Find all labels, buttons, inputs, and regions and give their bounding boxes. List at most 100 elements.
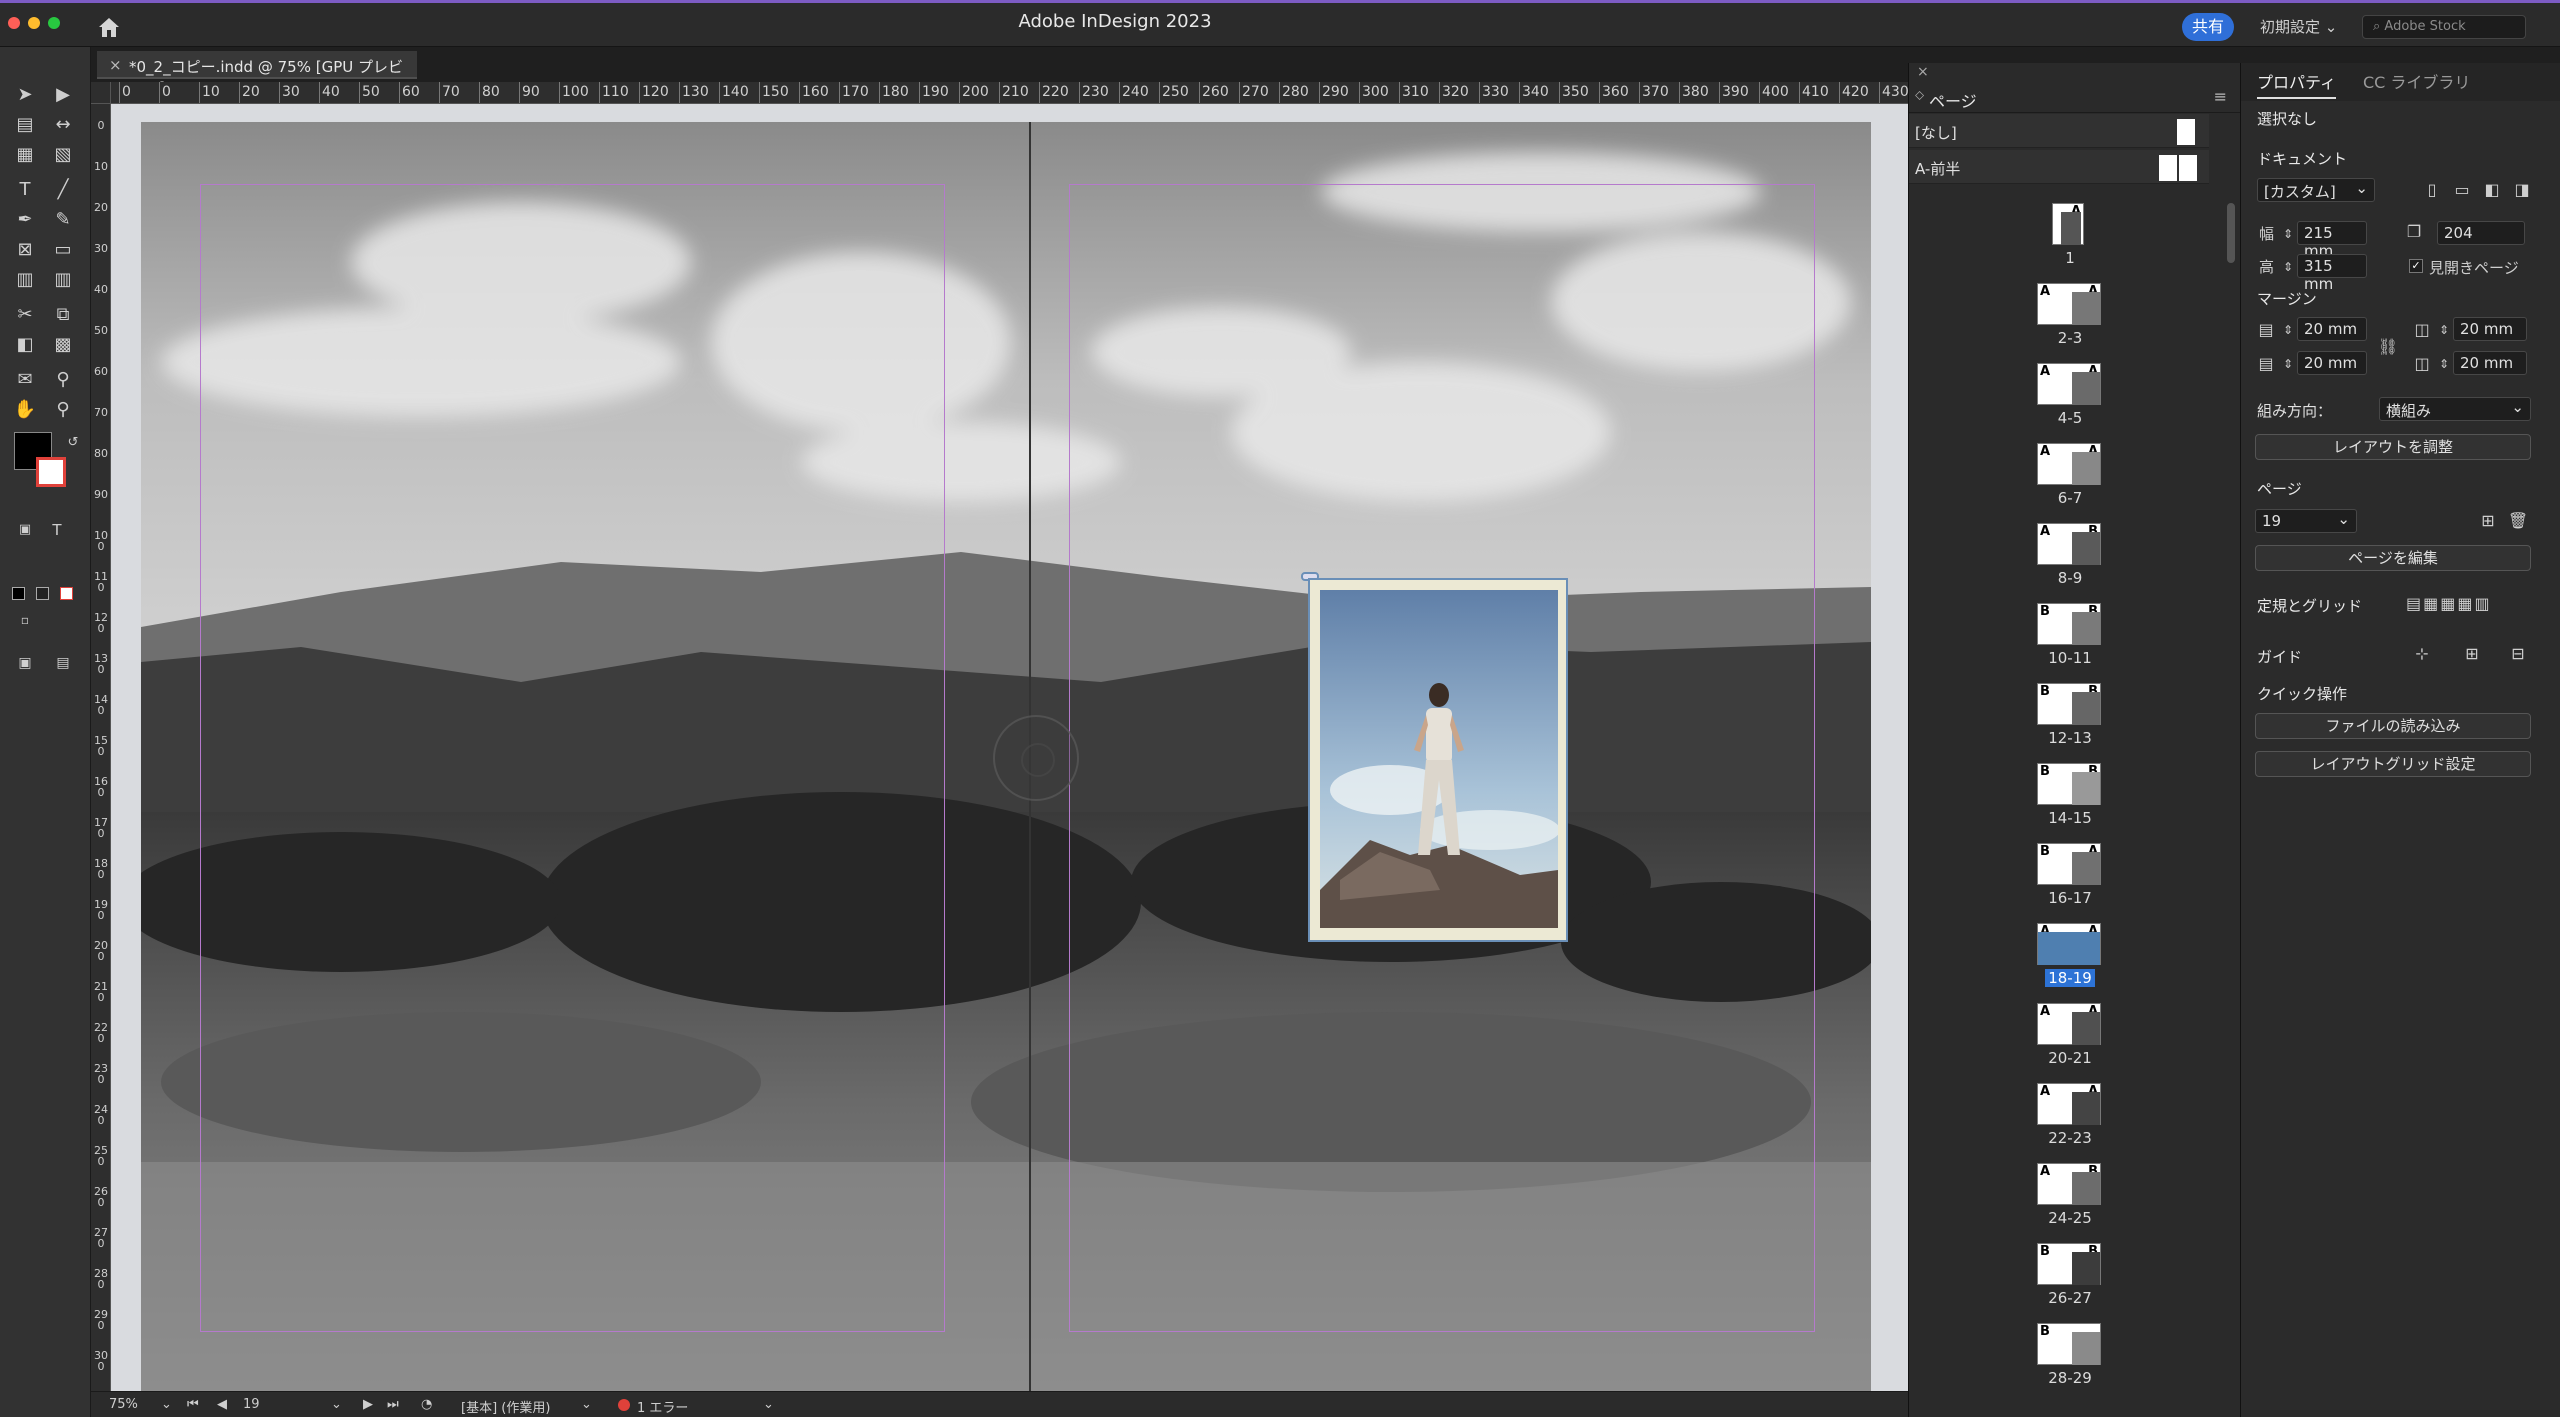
page-thumbnail[interactable]: BB <box>2037 1243 2101 1285</box>
document-preset-select[interactable]: [カスタム] ⌄ <box>2257 178 2375 202</box>
content-placer-icon[interactable]: ▧ <box>50 142 76 168</box>
margin-outside-field[interactable]: 20 mm <box>2453 351 2527 375</box>
vertical-ruler[interactable]: 0 10 20 30 40 50 60 70 80 90 100 110 120 130 140 150 160… <box>91 104 111 1391</box>
binding-left-icon[interactable]: ◧ <box>2481 179 2503 201</box>
direct-selection-tool-icon[interactable]: ▶ <box>50 82 76 108</box>
hand-tool-icon[interactable]: ✋ <box>12 397 38 423</box>
margin-top-stepper-icon[interactable]: ⇕ <box>2277 319 2299 341</box>
preflight-profile[interactable]: [基本] (作業用) <box>461 1397 550 1416</box>
formatting-text-icon[interactable]: T <box>44 517 70 543</box>
previous-page-icon[interactable]: ◀ <box>217 1397 227 1412</box>
chevron-down-icon[interactable]: ⌄ <box>161 1397 172 1412</box>
document-tab[interactable]: × *0_2_コピー.indd @ 75% [GPU プレビュー] <box>97 51 417 97</box>
vertical-grid-tool-icon[interactable]: ▥ <box>50 267 76 293</box>
page-tool-icon[interactable]: ▤ <box>12 112 38 138</box>
margin-inside-field[interactable]: 20 mm <box>2453 317 2527 341</box>
rectangle-frame-tool-icon[interactable]: ⊠ <box>12 237 38 263</box>
apply-none-icon[interactable] <box>60 587 73 600</box>
screen-mode-preview-icon[interactable]: ▤ <box>50 650 76 676</box>
page-count-field[interactable]: 204 <box>2437 221 2525 245</box>
horizontal-ruler[interactable]: 0 0 10 20 30 40 50 60 70 80 90 100 110 120 130 140 150 16… <box>111 82 1908 104</box>
page-thumbnail[interactable]: AA <box>2037 1003 2101 1045</box>
gap-tool-icon[interactable]: ↔ <box>50 112 76 138</box>
edit-page-button[interactable]: ページを編集 <box>2255 545 2531 571</box>
type-tool-icon[interactable]: T <box>12 177 38 203</box>
selection-tool-icon[interactable]: ➤ <box>12 82 38 108</box>
share-button[interactable]: 共有 <box>2182 13 2234 41</box>
text-direction-select[interactable]: 横組み ⌄ <box>2379 397 2531 421</box>
margin-outside-stepper-icon[interactable]: ⇕ <box>2433 353 2455 375</box>
width-stepper-icon[interactable]: ⇕ <box>2277 223 2299 245</box>
page-thumbnail[interactable]: AA <box>2037 923 2101 965</box>
page-thumbnail[interactable]: B <box>2037 1323 2101 1365</box>
chevron-down-icon[interactable]: ⌄ <box>581 1397 592 1412</box>
layout-grid-settings-button[interactable]: レイアウトグリッド設定 <box>2255 751 2531 777</box>
trash-icon[interactable]: 🗑 <box>2507 510 2529 532</box>
formatting-container-icon[interactable]: ▣ <box>12 517 38 543</box>
pen-tool-icon[interactable]: ✒ <box>12 207 38 233</box>
screen-mode-normal-icon[interactable]: ▣ <box>12 650 38 676</box>
workspace-switcher[interactable]: 初期設定 ⌄ <box>2260 16 2337 37</box>
tab-cc-libraries[interactable]: CC ライブラリ <box>2363 67 2470 99</box>
page-thumbnail[interactable]: AB <box>2037 1163 2101 1205</box>
margin-inside-stepper-icon[interactable]: ⇕ <box>2433 319 2455 341</box>
spread-18-19[interactable] <box>141 122 1871 1392</box>
error-count[interactable]: 1 エラー <box>637 1397 688 1416</box>
placed-photo-frame[interactable] <box>1308 578 1568 942</box>
page-number-field[interactable]: 19 <box>243 1397 260 1412</box>
link-margins-icon[interactable]: ⛓ <box>2377 336 2399 358</box>
add-page-icon[interactable]: ⊞ <box>2477 510 2499 532</box>
apply-color-icon[interactable] <box>12 587 25 600</box>
rulers-grids-icons[interactable]: ▤▦▦▦▥ <box>2406 593 2534 615</box>
gradient-feather-tool-icon[interactable]: ▩ <box>50 332 76 358</box>
page-thumbnail[interactable]: AA <box>2037 1083 2101 1125</box>
import-file-button[interactable]: ファイルの読み込み <box>2255 713 2531 739</box>
binding-right-icon[interactable]: ◨ <box>2511 179 2533 201</box>
scissors-tool-icon[interactable]: ✂ <box>12 302 38 328</box>
rectangle-tool-icon[interactable]: ▭ <box>50 237 76 263</box>
adobe-stock-search[interactable]: ⌕ Adobe Stock <box>2362 15 2526 39</box>
view-mode-icon[interactable]: ▫ <box>12 607 38 633</box>
close-panel-icon[interactable]: × <box>1917 64 1929 80</box>
page-thumbnail[interactable]: BB <box>2037 763 2101 805</box>
zoom-level[interactable]: 75% <box>109 1397 138 1412</box>
master-none[interactable]: [なし] <box>1909 114 2209 148</box>
close-tab-icon[interactable]: × <box>109 56 122 74</box>
page-select[interactable]: 19 ⌄ <box>2255 509 2357 533</box>
margin-top-field[interactable]: 20 mm <box>2297 317 2367 341</box>
pasteboard[interactable] <box>111 104 1908 1392</box>
page-thumbnail[interactable]: AB <box>2037 523 2101 565</box>
chevron-down-icon[interactable]: ⌄ <box>331 1397 342 1412</box>
orientation-landscape-icon[interactable]: ▭ <box>2451 179 2473 201</box>
page-thumbnail[interactable]: BB <box>2037 683 2101 725</box>
line-tool-icon[interactable]: ╱ <box>50 177 76 203</box>
orientation-portrait-icon[interactable]: ▯ <box>2421 179 2443 201</box>
height-stepper-icon[interactable]: ⇕ <box>2277 256 2299 278</box>
page-thumbnail[interactable]: AA <box>2037 363 2101 405</box>
horizontal-grid-tool-icon[interactable]: ▥ <box>12 267 38 293</box>
show-guides-icon[interactable]: ⊹ <box>2411 643 2433 665</box>
content-collector-icon[interactable]: ▦ <box>12 142 38 168</box>
apply-gradient-icon[interactable] <box>36 587 49 600</box>
note-tool-icon[interactable]: ✉ <box>12 367 38 393</box>
preflight-icon[interactable]: ◔ <box>421 1397 432 1412</box>
free-transform-tool-icon[interactable]: ⧉ <box>50 302 76 328</box>
zoom-tool-icon[interactable]: ⚲ <box>50 397 76 423</box>
first-page-icon[interactable]: ⏮ <box>187 1397 199 1412</box>
pencil-tool-icon[interactable]: ✎ <box>50 207 76 233</box>
panel-menu-icon[interactable]: ≡ <box>2214 87 2227 106</box>
ruler-origin[interactable] <box>91 82 111 104</box>
page-thumbnail[interactable]: BA <box>2037 843 2101 885</box>
margin-bottom-stepper-icon[interactable]: ⇕ <box>2277 353 2299 375</box>
master-a[interactable]: A-前半 <box>1909 150 2209 184</box>
page-thumbnail[interactable]: AA <box>2037 443 2101 485</box>
stroke-swatch[interactable] <box>36 457 66 487</box>
page-thumbnail[interactable]: A <box>2052 203 2084 245</box>
width-field[interactable]: 215 mm <box>2297 221 2367 260</box>
smart-guides-icon[interactable]: ⊟ <box>2507 643 2529 665</box>
eyedropper-tool-icon[interactable]: ⚲ <box>50 367 76 393</box>
lock-guides-icon[interactable]: ⊞ <box>2461 643 2483 665</box>
facing-pages-checkbox[interactable]: ✓ <box>2409 259 2423 273</box>
last-page-icon[interactable]: ⏭ <box>387 1397 399 1412</box>
chevron-down-icon[interactable]: ⌄ <box>763 1397 774 1412</box>
